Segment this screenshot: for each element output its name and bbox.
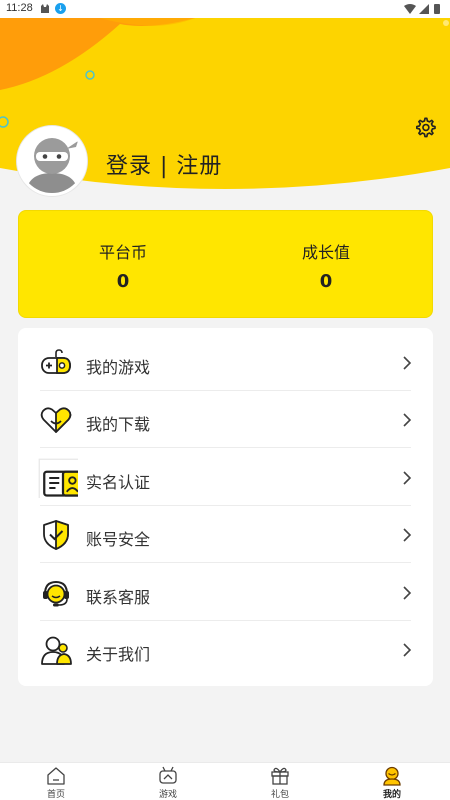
tab-mine[interactable]: 我的 bbox=[336, 763, 448, 800]
platform-coin-label: 平台币 bbox=[98, 243, 147, 262]
chevron-right-icon bbox=[403, 586, 412, 600]
menu-item-label: 我的下载 bbox=[86, 415, 151, 434]
stats-card: 平台币 0 成长值 0 bbox=[18, 210, 433, 318]
profile-icon bbox=[383, 766, 401, 786]
cat-notification-icon bbox=[41, 4, 49, 13]
menu-item-label: 关于我们 bbox=[86, 645, 151, 664]
avatar[interactable] bbox=[17, 126, 87, 196]
status-time: 11:28 bbox=[6, 2, 33, 14]
profile-header: 登录 | 注册 bbox=[0, 18, 450, 198]
menu-item-account-security[interactable]: 账号安全 bbox=[18, 506, 433, 563]
menu-item-my-downloads[interactable]: 我的下载 bbox=[18, 391, 433, 448]
chevron-right-icon bbox=[403, 528, 412, 542]
game-icon bbox=[159, 766, 177, 784]
tab-games[interactable]: 游戏 bbox=[112, 763, 224, 800]
growth-value-label: 成长值 bbox=[301, 243, 350, 262]
ninja-avatar-icon bbox=[20, 129, 84, 193]
headset-icon bbox=[43, 580, 69, 607]
users-icon bbox=[41, 636, 72, 665]
menu-item-about-us[interactable]: 关于我们 bbox=[18, 621, 433, 678]
menu-item-label: 我的游戏 bbox=[86, 358, 151, 377]
platform-coin-value: 0 bbox=[116, 271, 130, 292]
menu-list: 我的游戏 我的下载 实名认证 账号安全 联系客服 关于我们 bbox=[18, 328, 433, 686]
platform-coin-stat[interactable]: 平台币 0 bbox=[33, 239, 213, 292]
tab-label: 首页 bbox=[46, 790, 65, 800]
chevron-right-icon bbox=[403, 356, 412, 370]
divider bbox=[40, 447, 411, 448]
menu-item-my-games[interactable]: 我的游戏 bbox=[18, 334, 433, 391]
gift-icon bbox=[271, 767, 289, 785]
chevron-right-icon bbox=[403, 643, 412, 657]
id-card-icon bbox=[38, 458, 78, 498]
tab-label: 我的 bbox=[382, 790, 401, 800]
menu-item-label: 联系客服 bbox=[86, 588, 151, 607]
menu-item-contact-service[interactable]: 联系客服 bbox=[18, 564, 433, 621]
shield-check-icon bbox=[43, 520, 69, 550]
menu-item-label: 实名认证 bbox=[86, 473, 151, 492]
menu-item-real-name-verification[interactable]: 实名认证 bbox=[18, 449, 433, 506]
status-bar: 11:28 ↓ bbox=[0, 0, 450, 18]
divider bbox=[40, 562, 411, 563]
tab-gifts[interactable]: 礼包 bbox=[224, 763, 336, 800]
tab-label: 礼包 bbox=[270, 790, 289, 800]
growth-value-value: 0 bbox=[319, 271, 333, 292]
home-icon bbox=[47, 767, 65, 785]
heart-download-icon bbox=[40, 407, 72, 433]
bottom-navigation: 首页 游戏 礼包 我的 bbox=[0, 762, 450, 800]
login-register-link[interactable]: 登录 | 注册 bbox=[106, 148, 222, 180]
growth-value-stat[interactable]: 成长值 0 bbox=[236, 239, 416, 292]
system-status-icons bbox=[404, 4, 440, 14]
tab-label: 游戏 bbox=[158, 790, 177, 800]
chevron-right-icon bbox=[403, 471, 412, 485]
download-notification-icon: ↓ bbox=[55, 3, 66, 14]
menu-item-label: 账号安全 bbox=[86, 530, 151, 549]
settings-gear-icon[interactable] bbox=[414, 117, 436, 139]
chevron-right-icon bbox=[403, 413, 412, 427]
tab-home[interactable]: 首页 bbox=[0, 763, 112, 800]
gamepad-icon bbox=[41, 349, 71, 374]
